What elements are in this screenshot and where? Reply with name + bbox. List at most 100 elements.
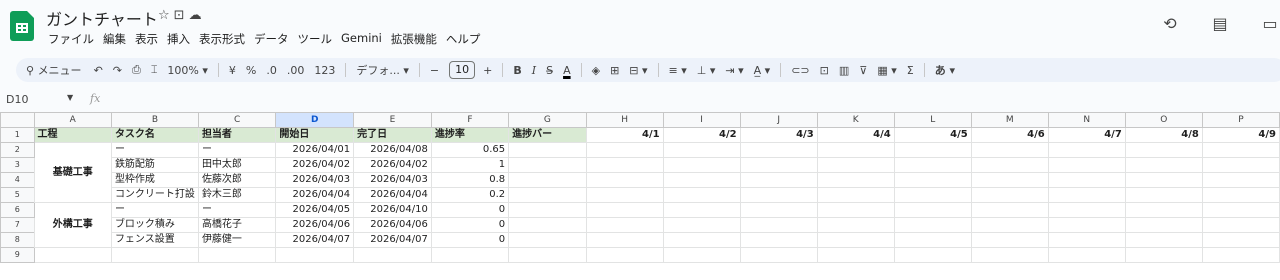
empty-cell[interactable] (508, 187, 587, 203)
empty-cell[interactable] (508, 172, 587, 188)
empty-cell[interactable] (739, 202, 818, 218)
input-tools-button[interactable]: あ ▾ (935, 62, 955, 78)
row-header[interactable]: 9 (0, 247, 35, 263)
owner-cell[interactable]: 鈴木三郎 (197, 187, 277, 203)
task-cell[interactable]: 鉄筋配筋 (110, 157, 199, 173)
empty-cell[interactable] (816, 202, 895, 218)
fill-color-icon[interactable]: ◈ (592, 64, 600, 77)
text-wrap-icon[interactable]: ⇥ ▾ (725, 64, 743, 77)
empty-cell[interactable] (1124, 217, 1203, 233)
empty-cell[interactable] (739, 247, 818, 263)
task-cell[interactable]: ー (110, 202, 199, 218)
font-select[interactable]: デフォ... ▾ (356, 62, 409, 78)
document-title[interactable]: ガントチャート (46, 6, 158, 30)
empty-cell[interactable] (970, 157, 1049, 173)
menu-search[interactable]: ⚲ メニュー (26, 62, 82, 78)
vertical-align-icon[interactable]: ⊥ ▾ (697, 64, 716, 77)
empty-cell[interactable] (893, 247, 972, 263)
empty-cell[interactable] (893, 157, 972, 173)
menu-help[interactable]: ヘルプ (446, 31, 481, 47)
menu-file[interactable]: ファイル (48, 31, 94, 47)
end-date-cell[interactable]: 2026/04/08 (353, 142, 432, 158)
functions-icon[interactable]: Σ (907, 64, 914, 77)
italic-button[interactable]: I (532, 64, 536, 77)
process-cell[interactable]: 外構工事 (33, 202, 112, 248)
owner-cell[interactable]: 田中太郎 (197, 157, 277, 173)
column-header[interactable]: B (110, 112, 199, 128)
empty-cell[interactable] (585, 247, 664, 263)
empty-cell[interactable] (1201, 187, 1280, 203)
start-date-cell[interactable]: 2026/04/07 (275, 232, 355, 248)
decrease-decimal-button[interactable]: .0 (266, 64, 277, 77)
empty-cell[interactable] (893, 142, 972, 158)
empty-cell[interactable] (662, 157, 741, 173)
date-header-cell[interactable]: 4/5 (893, 127, 972, 143)
progress-cell[interactable]: 0.65 (430, 142, 510, 158)
history-icon[interactable]: ⟲ (1160, 14, 1180, 33)
process-cell[interactable]: 基礎工事 (33, 142, 112, 203)
menu-insert[interactable]: 挿入 (167, 31, 190, 47)
start-date-cell[interactable]: 2026/04/02 (275, 157, 355, 173)
name-box[interactable]: D10 (6, 93, 28, 106)
empty-cell[interactable] (508, 202, 587, 218)
empty-cell[interactable] (110, 247, 199, 263)
end-date-cell[interactable]: 2026/04/02 (353, 157, 432, 173)
empty-cell[interactable] (33, 247, 112, 263)
start-date-cell[interactable]: 2026/04/03 (275, 172, 355, 188)
empty-cell[interactable] (1124, 172, 1203, 188)
column-header[interactable]: J (739, 112, 818, 128)
task-cell[interactable]: 型枠作成 (110, 172, 199, 188)
date-header-cell[interactable]: 4/2 (662, 127, 741, 143)
date-header-cell[interactable]: 4/6 (970, 127, 1049, 143)
strikethrough-button[interactable]: S̶ (546, 64, 553, 77)
column-header[interactable]: F (430, 112, 510, 128)
empty-cell[interactable] (1201, 202, 1280, 218)
column-header[interactable]: C (197, 112, 277, 128)
empty-cell[interactable] (893, 217, 972, 233)
insert-comment-icon[interactable]: ⊡ (820, 64, 829, 77)
empty-cell[interactable] (585, 202, 664, 218)
zoom-select[interactable]: 100% ▾ (167, 64, 207, 77)
empty-cell[interactable] (585, 232, 664, 248)
empty-cell[interactable] (970, 187, 1049, 203)
column-header[interactable]: H (585, 112, 664, 128)
empty-cell[interactable] (1047, 187, 1126, 203)
row-header[interactable]: 5 (0, 187, 35, 203)
sheets-logo-icon[interactable] (10, 11, 34, 41)
menu-format[interactable]: 表示形式 (199, 31, 245, 47)
empty-cell[interactable] (1047, 172, 1126, 188)
empty-cell[interactable] (585, 142, 664, 158)
end-date-cell[interactable]: 2026/04/03 (353, 172, 432, 188)
column-header[interactable]: A (33, 112, 112, 128)
filter-views-icon[interactable]: ▦ ▾ (877, 64, 896, 77)
text-rotation-icon[interactable]: A̲ ▾ (754, 64, 771, 77)
empty-cell[interactable] (1047, 142, 1126, 158)
insert-link-icon[interactable]: ⊂⊃ (791, 64, 809, 77)
empty-cell[interactable] (1201, 142, 1280, 158)
empty-cell[interactable] (816, 217, 895, 233)
header-cell[interactable]: 進捗バー (508, 127, 587, 143)
row-header[interactable]: 7 (0, 217, 35, 233)
empty-cell[interactable] (662, 247, 741, 263)
currency-button[interactable]: ¥ (229, 64, 236, 77)
empty-cell[interactable] (893, 187, 972, 203)
empty-cell[interactable] (1201, 157, 1280, 173)
menu-edit[interactable]: 編集 (103, 31, 126, 47)
empty-cell[interactable] (1124, 142, 1203, 158)
empty-cell[interactable] (1124, 232, 1203, 248)
start-date-cell[interactable]: 2026/04/05 (275, 202, 355, 218)
empty-cell[interactable] (508, 157, 587, 173)
row-header[interactable]: 6 (0, 202, 35, 218)
header-cell[interactable]: 工程 (33, 127, 112, 143)
horizontal-align-icon[interactable]: ≡ ▾ (669, 64, 687, 77)
end-date-cell[interactable]: 2026/04/07 (353, 232, 432, 248)
column-header[interactable]: L (893, 112, 972, 128)
filter-icon[interactable]: ⊽ (859, 64, 867, 77)
date-header-cell[interactable]: 4/9 (1201, 127, 1280, 143)
empty-cell[interactable] (1047, 247, 1126, 263)
empty-cell[interactable] (1047, 217, 1126, 233)
header-cell[interactable]: 進捗率 (430, 127, 510, 143)
date-header-cell[interactable]: 4/1 (585, 127, 664, 143)
empty-cell[interactable] (585, 157, 664, 173)
empty-cell[interactable] (662, 232, 741, 248)
